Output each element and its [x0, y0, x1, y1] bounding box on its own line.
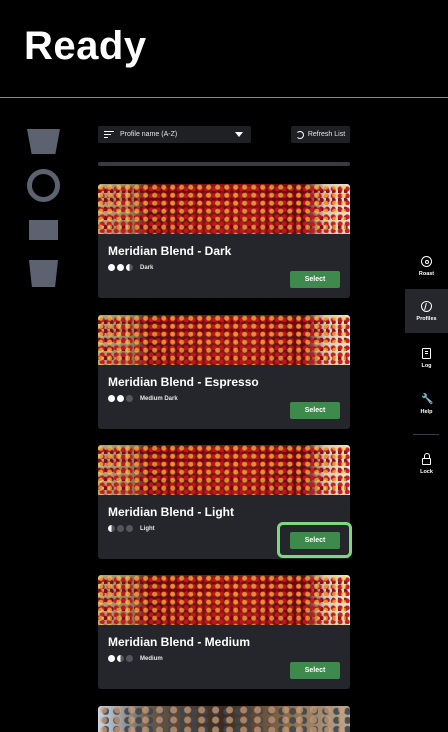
- nav-label: Lock: [420, 468, 433, 475]
- roast-label: Dark: [140, 264, 154, 271]
- sort-label: Profile name (A-Z): [120, 131, 178, 138]
- lock-icon: [422, 452, 431, 465]
- profile-card[interactable]: Meridian Blend - Dark Dark Select: [98, 184, 350, 298]
- profile-card-partial[interactable]: [98, 706, 350, 732]
- roast-dot-full-icon: [108, 655, 115, 662]
- header: Ready: [0, 0, 448, 97]
- coffee-farm-image: [98, 706, 350, 732]
- wrench-icon: 🔧: [421, 393, 434, 405]
- trapezoid-shape-icon: [27, 129, 60, 154]
- list-scroll-indicator[interactable]: [98, 162, 350, 166]
- ring-shape-icon: [27, 169, 60, 202]
- log-icon: [422, 347, 431, 359]
- roast-dot-full-icon: [108, 395, 115, 402]
- roast-dot-full-icon: [108, 264, 115, 271]
- profile-name: Meridian Blend - Dark: [108, 244, 232, 258]
- page-title: Ready: [24, 24, 147, 68]
- nav-label: Help: [420, 408, 433, 415]
- roast-dot-half-icon: [126, 264, 133, 271]
- roast-level: Light: [108, 525, 155, 532]
- sort-icon: [104, 130, 114, 139]
- roast-dot-half-icon: [117, 655, 124, 662]
- roast-level: Dark: [108, 264, 153, 271]
- nav-divider: [413, 434, 439, 435]
- roast-dot-full-icon: [117, 264, 124, 271]
- profile-name: Meridian Blend - Espresso: [108, 375, 259, 389]
- roast-label: Light: [140, 525, 155, 532]
- rectangle-shape-icon: [29, 220, 58, 240]
- nav-log[interactable]: Log: [405, 336, 448, 380]
- roast-label: Medium Dark: [140, 395, 178, 402]
- profile-name: Meridian Blend - Medium: [108, 635, 251, 649]
- select-button[interactable]: Select: [290, 662, 340, 679]
- nav-help[interactable]: 🔧 Help: [405, 382, 448, 426]
- bean-icon: [421, 300, 432, 312]
- sort-dropdown[interactable]: Profile name (A-Z): [98, 126, 251, 143]
- roast-label: Medium: [140, 655, 163, 662]
- profile-card[interactable]: Meridian Blend - Medium Medium Select: [98, 575, 350, 689]
- roast-dot-empty-icon: [126, 395, 133, 402]
- nav-label: Profiles: [416, 315, 437, 322]
- roast-level: Medium: [108, 655, 163, 662]
- coffee-cherries-image: [98, 184, 350, 234]
- roast-dot-full-icon: [117, 395, 124, 402]
- profile-name: Meridian Blend - Light: [108, 505, 234, 519]
- profile-card[interactable]: Meridian Blend - Espresso Medium Dark Se…: [98, 315, 350, 429]
- roast-dot-empty-icon: [126, 655, 133, 662]
- coffee-cherries-image: [98, 445, 350, 495]
- header-divider: [0, 97, 448, 98]
- caret-down-icon: [235, 132, 243, 137]
- refresh-list-button[interactable]: Refresh List: [291, 126, 350, 143]
- coffee-cherries-image: [98, 315, 350, 365]
- nav-roast[interactable]: Roast: [405, 244, 448, 288]
- select-button[interactable]: Select: [290, 402, 340, 419]
- target-icon: [421, 255, 432, 267]
- coffee-cherries-image: [98, 575, 350, 625]
- roast-dot-empty-icon: [126, 525, 133, 532]
- refresh-label: Refresh List: [307, 131, 346, 138]
- select-focus-ring: [277, 522, 352, 558]
- roast-dot-empty-icon: [117, 525, 124, 532]
- nav-lock[interactable]: Lock: [405, 442, 448, 486]
- nav-profiles[interactable]: Profiles: [405, 289, 448, 333]
- nav-label: Roast: [418, 270, 435, 277]
- roast-level: Medium Dark: [108, 395, 178, 402]
- select-button[interactable]: Select: [290, 271, 340, 288]
- roast-dot-half-icon: [108, 525, 115, 532]
- cup-shape-icon: [29, 260, 58, 287]
- refresh-icon: [295, 130, 304, 139]
- nav-label: Log: [421, 362, 432, 369]
